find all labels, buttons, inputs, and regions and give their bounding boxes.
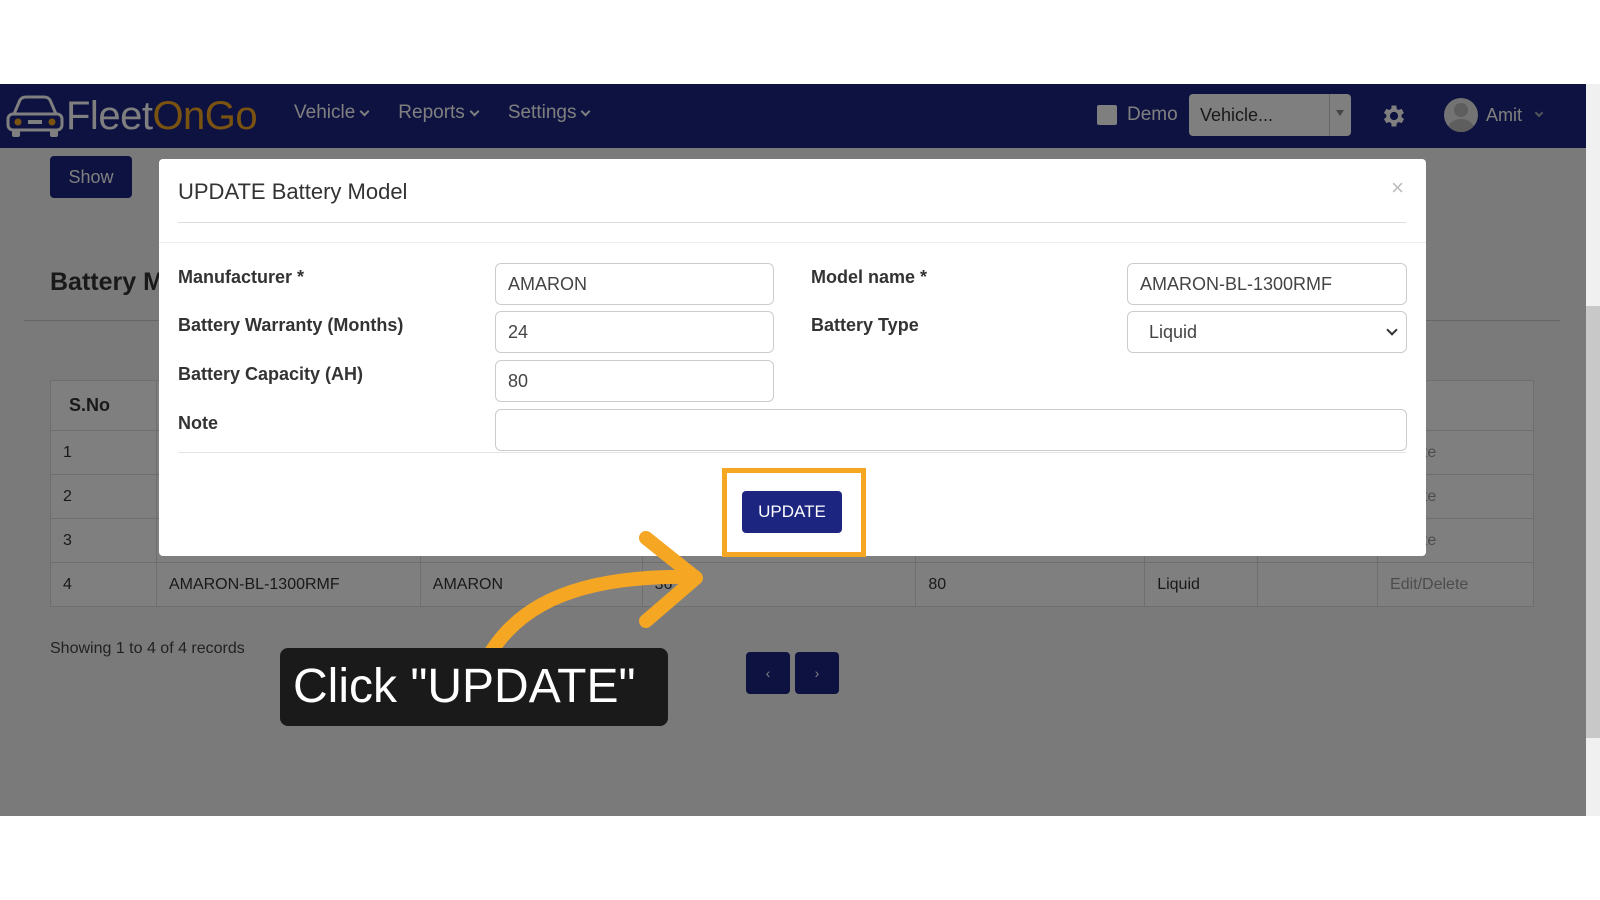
battery-type-label: Battery Type xyxy=(811,315,919,335)
manufacturer-input[interactable]: AMARON xyxy=(495,263,774,305)
divider xyxy=(178,222,1406,223)
divider xyxy=(178,452,1406,453)
note-label: Note xyxy=(178,413,218,433)
capacity-label: Battery Capacity (AH) xyxy=(178,364,364,384)
close-icon[interactable]: × xyxy=(1391,175,1404,201)
model-name-label: Model name * xyxy=(811,267,928,287)
scrollbar[interactable] xyxy=(1586,84,1600,816)
scrollbar-thumb[interactable] xyxy=(1586,306,1600,738)
manufacturer-label: Manufacturer * xyxy=(178,267,305,287)
app-screen: Show Battery M S.No ion xyxy=(0,84,1600,816)
divider xyxy=(159,242,1426,243)
model-name-input[interactable]: AMARON-BL-1300RMF xyxy=(1127,263,1407,305)
modal-title: UPDATE Battery Model xyxy=(178,179,408,204)
battery-type-value: Liquid xyxy=(1149,322,1198,342)
battery-type-select[interactable]: Liquid xyxy=(1127,311,1407,353)
chevron-down-icon xyxy=(1386,324,1398,336)
warranty-label: Battery Warranty (Months) xyxy=(178,315,404,335)
capacity-input[interactable]: 80 xyxy=(495,360,774,402)
warranty-input[interactable]: 24 xyxy=(495,311,774,353)
instruction-callout: Click "UPDATE" xyxy=(280,648,668,726)
highlight-box xyxy=(722,468,866,557)
